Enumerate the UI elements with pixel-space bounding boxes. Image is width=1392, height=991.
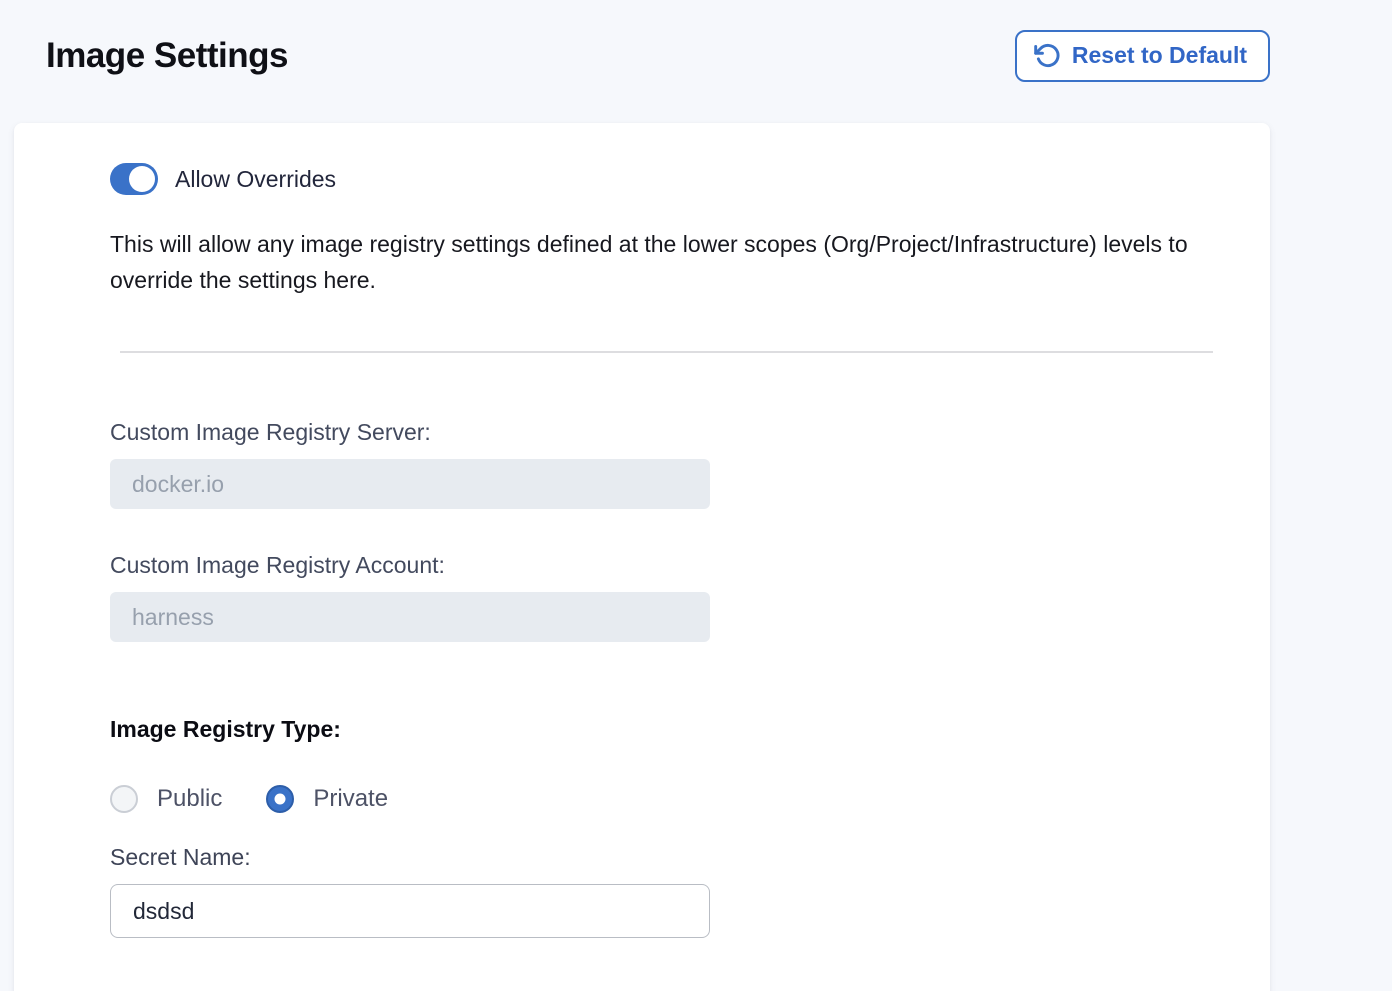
allow-overrides-row: Allow Overrides [110, 163, 1270, 195]
allow-overrides-label: Allow Overrides [175, 166, 336, 193]
secret-name-input[interactable] [110, 884, 710, 938]
reset-to-default-button[interactable]: Reset to Default [1015, 30, 1270, 82]
registry-type-label: Image Registry Type: [110, 716, 1270, 743]
secret-name-label: Secret Name: [110, 844, 1270, 871]
section-divider [120, 351, 1213, 353]
registry-account-label: Custom Image Registry Account: [110, 552, 1270, 579]
image-settings-card: Allow Overrides This will allow any imag… [14, 123, 1270, 991]
radio-label-private: Private [313, 785, 388, 813]
radio-option-private[interactable]: Private [266, 785, 388, 813]
page-header: Image Settings Reset to Default [46, 26, 1270, 86]
registry-server-label: Custom Image Registry Server: [110, 419, 1270, 446]
reset-button-label: Reset to Default [1072, 42, 1247, 69]
registry-server-input[interactable] [110, 459, 710, 509]
toggle-knob [129, 166, 155, 192]
registry-account-input[interactable] [110, 592, 710, 642]
radio-circle-public[interactable] [110, 785, 138, 813]
allow-overrides-toggle[interactable] [110, 163, 158, 195]
radio-circle-private[interactable] [266, 785, 294, 813]
radio-label-public: Public [157, 785, 222, 813]
reset-icon [1034, 42, 1061, 69]
overrides-description: This will allow any image registry setti… [110, 226, 1225, 298]
page-title: Image Settings [46, 36, 288, 76]
radio-option-public[interactable]: Public [110, 785, 222, 813]
registry-type-radio-group: Public Private [110, 785, 1270, 813]
